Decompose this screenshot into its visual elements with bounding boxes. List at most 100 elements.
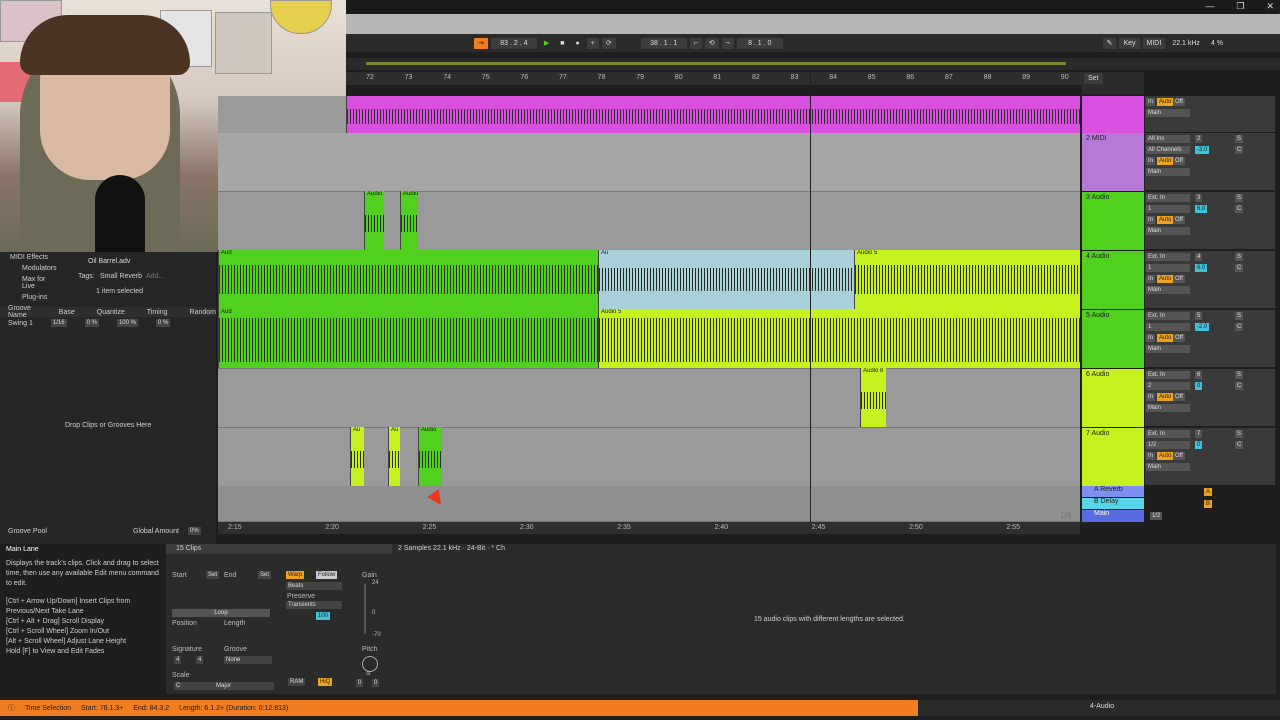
groove-quantize[interactable]: 0 % — [84, 319, 99, 327]
groove-name[interactable]: Swing 1 — [8, 320, 33, 327]
main-track[interactable]: Main — [1082, 510, 1144, 522]
audio-clip[interactable]: Audio 5 — [854, 250, 1080, 309]
track-name[interactable]: 6 Audio — [1086, 371, 1109, 378]
hiq-button[interactable]: HiQ — [318, 678, 333, 686]
warp-button[interactable]: Warp — [286, 571, 305, 579]
monitor-auto[interactable]: Auto — [1157, 334, 1174, 342]
loop-switch-icon[interactable]: ⟲ — [704, 37, 719, 49]
monitor-off[interactable]: Off — [1173, 275, 1185, 283]
solo-button[interactable]: S — [1235, 194, 1244, 202]
preserve-select[interactable]: Transients — [286, 601, 342, 609]
send-a-button[interactable]: A — [1204, 488, 1213, 496]
monitor-off[interactable]: Off — [1173, 393, 1185, 401]
automation-arm-icon[interactable]: ⟳ — [601, 37, 616, 49]
arrangement-position[interactable]: 83 . 2 . 4 — [490, 37, 537, 49]
output-select[interactable]: Main — [1146, 286, 1190, 294]
browser-file[interactable]: Oil Barrel.adv — [88, 258, 130, 265]
monitor-auto[interactable]: Auto — [1157, 393, 1174, 401]
solo-button[interactable]: S — [1235, 253, 1244, 261]
signature-numerator[interactable]: 4 — [174, 656, 182, 664]
scale-root-select[interactable]: C — [174, 682, 214, 690]
global-amount-field[interactable]: 0% — [188, 527, 201, 535]
track-header[interactable]: 4 Audio — [1082, 251, 1144, 309]
track-name[interactable]: 5 Audio — [1086, 312, 1109, 319]
track-lane-7[interactable]: Au Au Audio — [218, 427, 1080, 487]
audio-clip[interactable]: Audio — [400, 191, 418, 250]
solo-button[interactable]: S — [1235, 135, 1244, 143]
input-channel-select[interactable]: 1 — [1146, 323, 1190, 331]
track-lane-2[interactable] — [218, 133, 1080, 192]
key-map-button[interactable]: Key — [1119, 37, 1140, 49]
track-lane-6[interactable]: Audio 8 — [218, 368, 1080, 428]
pitch-knob[interactable] — [362, 656, 378, 672]
main-output-field[interactable]: 1/2 — [1150, 512, 1163, 520]
output-select[interactable]: Main — [1146, 345, 1190, 353]
input-type-select[interactable]: All Ins — [1146, 135, 1190, 143]
monitor-auto[interactable]: Auto — [1157, 452, 1174, 460]
browser-item[interactable]: MIDI Effects — [0, 252, 80, 263]
track-header[interactable]: 7 Audio — [1082, 428, 1144, 486]
output-select[interactable]: Main — [1146, 109, 1190, 117]
play-icon[interactable]: ▶ — [540, 38, 553, 49]
overdub-icon[interactable]: + — [586, 37, 599, 49]
monitor-in[interactable]: In — [1146, 98, 1156, 106]
monitor-off[interactable]: Off — [1173, 216, 1185, 224]
beat-time-ruler[interactable]: 72 73 74 75 76 77 78 79 80 81 82 83 84 85 86 87 88 89 90 — [346, 72, 1082, 85]
stop-icon[interactable]: ■ — [556, 38, 568, 49]
punch-in-icon[interactable]: ⌐ — [689, 37, 702, 49]
pan-center[interactable]: C — [1235, 382, 1244, 390]
monitor-off[interactable]: Off — [1173, 157, 1185, 165]
pan-center[interactable]: C — [1235, 441, 1244, 449]
browser-item[interactable]: Modulators — [0, 263, 80, 274]
add-tag-button[interactable]: Add... — [146, 273, 164, 280]
draw-mode-icon[interactable]: ✎ — [1102, 37, 1117, 49]
track-header[interactable]: 6 Audio — [1082, 369, 1144, 427]
punch-out-icon[interactable]: ¬ — [721, 37, 734, 49]
ram-button[interactable]: RAM — [288, 678, 306, 686]
warp-mode-select[interactable]: Beats — [286, 582, 342, 590]
audio-clip[interactable]: Au — [598, 250, 854, 309]
time-ruler[interactable]: 2:15 2:20 2:25 2:30 2:35 2:40 2:45 2:50 2:55 — [218, 522, 1080, 534]
monitor-in[interactable]: In — [1146, 275, 1156, 283]
return-track-b[interactable]: B Delay — [1082, 498, 1144, 509]
audio-clip[interactable]: Audio — [418, 427, 442, 486]
input-channel-select[interactable]: 1 — [1146, 264, 1190, 272]
input-type-select[interactable]: Ext. In — [1146, 194, 1190, 202]
track-lane-3[interactable]: Audio Audio — [218, 191, 1080, 251]
track-activator[interactable]: 5 — [1195, 312, 1203, 320]
track-name[interactable]: 3 Audio — [1086, 194, 1109, 201]
pan-center[interactable]: C — [1235, 323, 1244, 331]
monitor-auto[interactable]: Auto — [1157, 275, 1174, 283]
arrangement-view[interactable]: Audio Audio Aud Au Audio 5 Aud Audio 5 A… — [218, 96, 1080, 522]
monitor-auto[interactable]: Auto — [1157, 216, 1174, 224]
solo-button[interactable]: S — [1235, 371, 1244, 379]
groove-base[interactable]: 1/16 — [50, 319, 67, 327]
restore-button[interactable]: ❐ — [1236, 1, 1244, 12]
track-activator[interactable]: 2 — [1195, 135, 1203, 143]
scale-mode-select[interactable]: Major — [214, 682, 274, 690]
track-activator[interactable]: 3 — [1195, 194, 1203, 202]
solo-button[interactable]: S — [1235, 430, 1244, 438]
input-type-select[interactable]: Ext. In — [1146, 371, 1190, 379]
track-activator[interactable]: 7 — [1195, 430, 1203, 438]
monitor-off[interactable]: Off — [1173, 452, 1185, 460]
solo-button[interactable]: S — [1235, 312, 1244, 320]
track-activator[interactable]: 4 — [1195, 253, 1203, 261]
audio-clip[interactable]: Au — [350, 427, 364, 486]
monitor-off[interactable]: Off — [1173, 334, 1185, 342]
track-volume-field[interactable]: -2.0 — [1195, 323, 1210, 331]
track-volume-field[interactable]: -3.0 — [1195, 146, 1210, 154]
audio-clip[interactable]: Audio — [364, 191, 384, 250]
arrangement-record-icon[interactable]: ⇥ — [474, 37, 488, 49]
track-volume-field[interactable]: 0 — [1195, 441, 1203, 449]
monitor-in[interactable]: In — [1146, 216, 1156, 224]
output-select[interactable]: Main — [1146, 404, 1190, 412]
pan-center[interactable]: C — [1235, 146, 1244, 154]
arrangement-overview[interactable] — [346, 58, 1280, 70]
input-channel-select[interactable]: 2 — [1146, 382, 1190, 390]
input-type-select[interactable]: Ext. In — [1146, 312, 1190, 320]
audio-clip[interactable]: Audio 8 — [860, 368, 886, 427]
midi-clip[interactable] — [346, 96, 1080, 133]
signature-denominator[interactable]: 4 — [196, 656, 204, 664]
input-channel-select[interactable]: 1 — [1146, 205, 1190, 213]
